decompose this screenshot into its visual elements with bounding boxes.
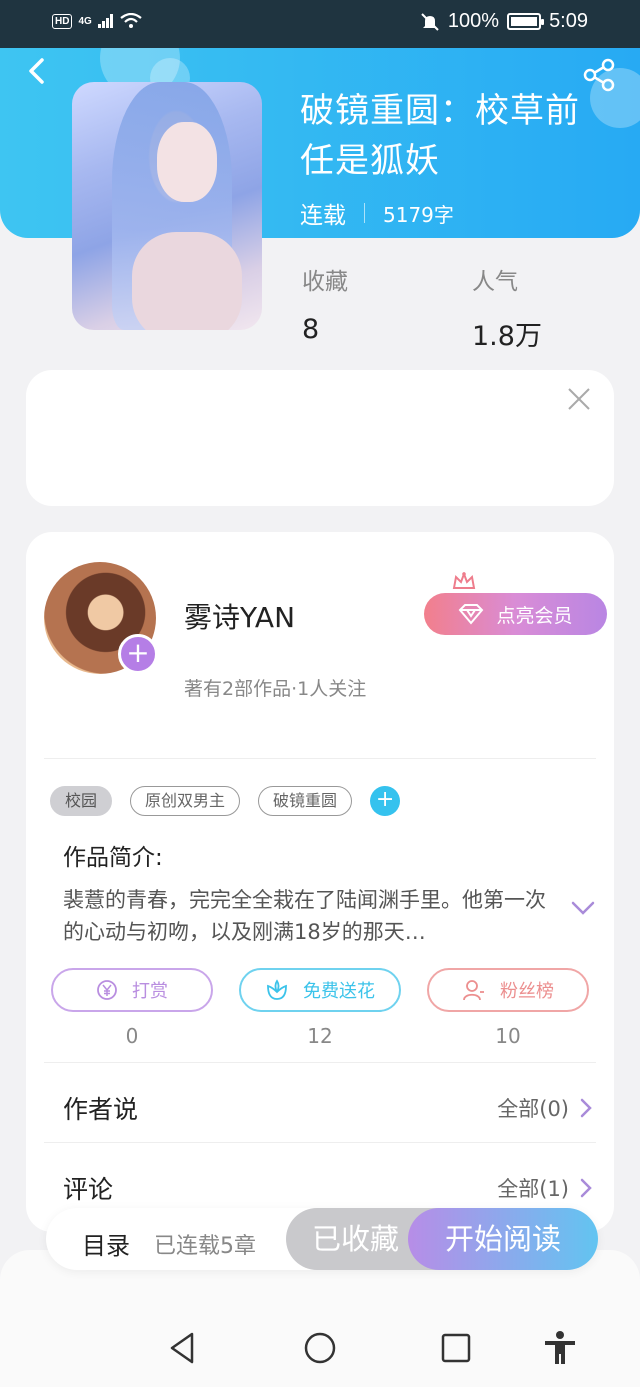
add-tag-icon[interactable]: + [370,786,401,816]
tag-item[interactable]: 原创双男主 [130,786,241,816]
chevron-right-icon [580,1098,592,1118]
status-bar: HD 4G 100% 5:09 [0,0,640,48]
back-triangle-icon[interactable] [166,1330,202,1366]
author-notes-row[interactable]: 作者说 全部(0) [63,1090,593,1126]
signal-icon [97,14,113,28]
accessibility-icon[interactable] [542,1330,578,1366]
recents-square-icon[interactable] [438,1330,474,1366]
send-flower-button[interactable]: 免费送花 [239,968,401,1012]
back-icon[interactable] [22,56,52,86]
book-cover[interactable] [72,82,262,330]
divider [44,1062,596,1063]
start-reading-button[interactable]: 开始阅读 [408,1208,598,1270]
book-meta: 连载 5179字 [300,196,454,230]
wifi-icon [120,13,142,28]
user-icon [463,980,484,1001]
tag-item[interactable]: 校园 [50,786,113,816]
chevron-right-icon [580,1178,592,1198]
chapter-count: 已连载5章 [154,1234,256,1259]
follow-plus-icon[interactable]: + [118,634,158,674]
tag-item[interactable]: 破镜重圆 [258,786,353,816]
flower-count: 12 [307,1024,333,1048]
vip-label: 点亮会员 [496,604,573,627]
flower-icon [267,979,287,1000]
intro-text: 裴薏的青春，完完全全栽在了陆闻渊手里。他第一次的心动与初吻，以及刚满18岁的那天… [63,888,546,944]
book-status: 连载 [300,203,346,229]
reward-count: 0 [125,1024,139,1048]
mute-bell-icon [421,12,439,31]
close-icon[interactable] [566,386,592,412]
fans-count: 10 [495,1024,521,1048]
divider [44,1142,596,1143]
clock: 5:09 [549,10,588,32]
word-count: 5179字 [383,202,454,227]
tag-list: 校园 原创双男主 破镜重圆 + [50,786,401,816]
intro-heading: 作品简介: [63,845,163,871]
network-label: 4G [78,15,92,27]
diamond-icon [459,604,484,625]
comments-all: 全部(1) [497,1177,569,1201]
chevron-down-icon[interactable] [570,898,596,918]
toc-button[interactable]: 目录 [82,1226,130,1261]
fans-action: 粉丝榜 10 [427,968,589,1048]
author-name[interactable]: 雾诗YAN [184,596,295,636]
system-nav-bar [0,1310,640,1387]
ad-card [26,370,614,506]
battery-percent: 100% [447,10,500,32]
book-title: 破镜重圆：校草前任是狐妖 [300,91,580,181]
reward-action: 打赏 0 [51,968,213,1048]
flower-action: 免费送花 12 [239,968,401,1048]
author-notes-all: 全部(0) [497,1097,569,1121]
comments-title: 评论 [63,1175,114,1204]
yen-coin-icon [97,980,117,1000]
crown-icon [452,572,476,589]
divider [44,758,596,759]
reward-button[interactable]: 打赏 [51,968,213,1012]
battery-icon [507,13,545,30]
author-notes-title: 作者说 [63,1095,139,1124]
vip-button[interactable]: 点亮会员 [424,593,607,635]
comments-row[interactable]: 评论 全部(1) [63,1170,593,1206]
stat-popularity: 人气 1.8万 [472,269,542,352]
stat-favorites: 收藏 8 [302,269,348,345]
author-subtitle: 著有2部作品·1人关注 [184,678,367,700]
fan-ranking-button[interactable]: 粉丝榜 [427,968,589,1012]
home-circle-icon[interactable] [302,1330,338,1366]
hd-icon: HD [52,13,73,29]
